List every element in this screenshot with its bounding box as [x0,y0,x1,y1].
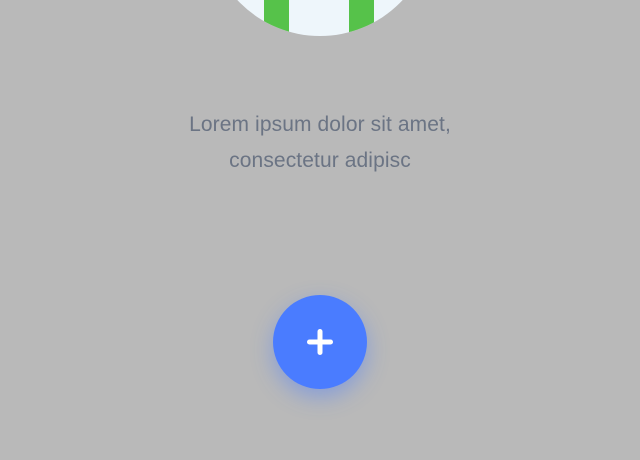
illustration-stripe [264,0,289,36]
message-line-1: Lorem ipsum dolor sit amet, [189,113,451,136]
plus-icon [305,327,335,357]
message-line-2: consectetur adipisc [229,149,411,172]
add-button[interactable] [273,295,367,389]
empty-state-illustration [207,0,433,36]
empty-state-message: Lorem ipsum dolor sit amet, consectetur … [0,107,640,179]
screen: Lorem ipsum dolor sit amet, consectetur … [0,0,640,460]
illustration-stripe [349,0,374,36]
